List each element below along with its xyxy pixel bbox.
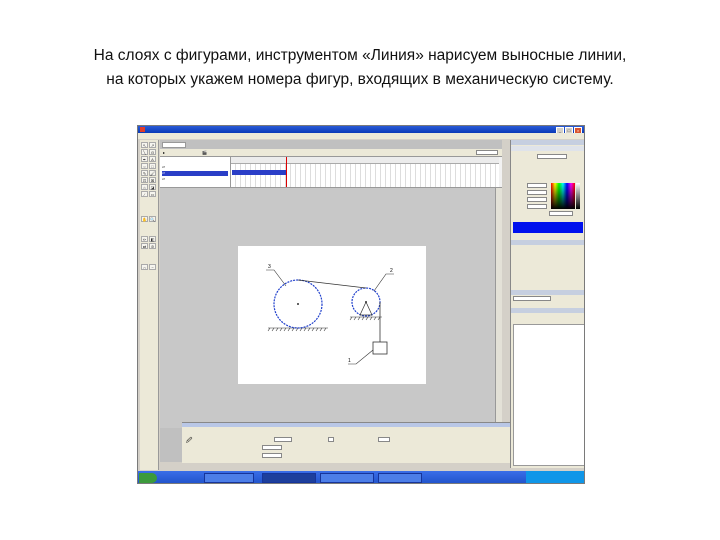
large-wheel-center (297, 303, 299, 305)
smooth-icon[interactable]: ~ (149, 264, 156, 270)
right-panels (510, 140, 584, 468)
hand-tool-icon[interactable]: ✋ (141, 216, 148, 222)
pencil-tool-icon[interactable]: ✎ (141, 170, 148, 176)
publish-settings-button[interactable] (262, 445, 282, 450)
snap-magnet-icon[interactable]: ∩ (141, 264, 148, 270)
window-titlebar: _ □ × (138, 126, 584, 134)
fill-transform-tool-icon[interactable]: ⊠ (149, 177, 156, 183)
frame-ruler (231, 157, 499, 164)
eyedropper-tool-icon[interactable]: ⁄ (141, 191, 148, 197)
stage-canvas[interactable]: 3 2 1 (238, 246, 426, 384)
size-button[interactable] (274, 437, 292, 442)
leader-line-3 (266, 269, 287, 287)
paint-bucket-tool-icon[interactable]: ◪ (149, 184, 156, 190)
text-tool-icon[interactable]: A (149, 156, 156, 162)
background-color-swatch[interactable] (328, 437, 334, 442)
app-icon (140, 127, 145, 132)
taskbar-item-active[interactable] (262, 473, 316, 483)
brush-tool-icon[interactable]: 🖌 (149, 170, 156, 176)
color-panel-header[interactable] (511, 140, 584, 145)
ink-bottle-tool-icon[interactable]: ⌂ (141, 184, 148, 190)
line-tool-icon[interactable]: ╲ (141, 149, 148, 155)
hex-input[interactable] (549, 211, 573, 216)
fill-type-select[interactable] (537, 154, 567, 159)
oval-tool-icon[interactable]: ○ (141, 163, 148, 169)
alpha-input[interactable] (527, 204, 547, 209)
lasso-tool-icon[interactable]: ʘ (149, 149, 156, 155)
options-tools: ∩ ~ (141, 264, 156, 270)
timeline-toggle-icon[interactable]: ▸ (163, 150, 165, 155)
frames-grid[interactable] (231, 157, 499, 187)
mechanical-drawing: 3 2 1 (266, 264, 394, 365)
properties-panel: 🖉 (182, 422, 524, 463)
selected-frames (232, 170, 287, 175)
taskbar-item[interactable] (204, 473, 254, 483)
document-icon: 🖉 (186, 438, 193, 444)
library-list[interactable] (513, 324, 584, 466)
blue-input[interactable] (527, 197, 547, 202)
arrow-tool-icon[interactable]: ↖ (141, 142, 148, 148)
brightness-slider[interactable] (576, 183, 580, 209)
caption-line-1: На слоях с фигурами, инструментом «Линия… (93, 47, 627, 64)
slide-caption: На слоях с фигурами, инструментом «Линия… (20, 44, 700, 92)
properties-header[interactable] (182, 423, 524, 427)
start-button[interactable] (139, 473, 157, 483)
color-spectrum[interactable] (551, 183, 575, 209)
zoom-tool-icon[interactable]: 🔍 (149, 216, 156, 222)
document-tab[interactable] (162, 142, 186, 148)
tools-panel: ↖ ↗ ╲ ʘ ✒ A ○ □ ✎ 🖌 ⊡ ⊠ ⌂ ◪ ⁄ ▭ ✋ 🔍 ✏ ◧ … (140, 140, 159, 470)
layer-row[interactable]: ▱ (162, 165, 165, 170)
figure-label-1: 1 (348, 358, 351, 364)
color-tools: ✏ ◧ ⇄ ⊘ (141, 236, 156, 249)
leader-line-1 (348, 349, 374, 365)
zoom-select[interactable] (476, 150, 498, 155)
fill-color-icon[interactable]: ◧ (149, 236, 156, 242)
caption-line-2: на которых укажем номера фигур, входящих… (106, 71, 614, 88)
layer-row-selected[interactable]: ▱ (162, 171, 228, 176)
tools-grid: ↖ ↗ ╲ ʘ ✒ A ○ □ ✎ 🖌 ⊡ ⊠ ⌂ ◪ ⁄ ▭ (141, 142, 156, 197)
swap-colors-icon[interactable]: ⇄ (141, 243, 148, 249)
rectangle-tool-icon[interactable]: □ (149, 163, 156, 169)
figure-label-3: 3 (268, 264, 271, 270)
system-tray (526, 471, 584, 483)
pulley-support (359, 301, 373, 316)
document-window: ▸ 🎬 ▱ ▱ ▱ 3 2 1 🖉 (160, 140, 524, 463)
color-panel-tabs (511, 146, 584, 151)
rope-top (297, 279, 367, 289)
taskbar (138, 471, 584, 483)
stroke-color-icon[interactable]: ✏ (141, 236, 148, 242)
view-tools: ✋ 🔍 (141, 216, 156, 222)
load-block (372, 341, 388, 355)
eraser-tool-icon[interactable]: ▭ (149, 191, 156, 197)
color-swatch-preview (513, 222, 583, 233)
pen-tool-icon[interactable]: ✒ (141, 156, 148, 162)
red-input[interactable] (527, 183, 547, 188)
subselect-tool-icon[interactable]: ↗ (149, 142, 156, 148)
frame-rate-field[interactable] (378, 437, 390, 442)
component-select[interactable] (513, 296, 551, 301)
taskbar-item[interactable] (378, 473, 422, 483)
transform-tool-icon[interactable]: ⊡ (141, 177, 148, 183)
leader-line-2 (373, 273, 394, 292)
scene-icon: 🎬 (202, 150, 207, 155)
edit-bar: ▸ 🎬 (160, 149, 502, 157)
vertical-scrollbar[interactable] (495, 188, 502, 428)
work-area: 3 2 1 (160, 188, 502, 428)
menu-bar (138, 133, 584, 139)
figure-label-2: 2 (390, 268, 393, 274)
taskbar-item[interactable] (320, 473, 374, 483)
flash-screenshot: _ □ × ↖ ↗ ╲ ʘ ✒ A ○ □ ✎ 🖌 ⊡ ⊠ ⌂ ◪ ⁄ ▭ ✋ … (137, 125, 585, 484)
playhead[interactable] (286, 157, 287, 187)
library-panel-header[interactable] (511, 308, 584, 313)
no-color-icon[interactable]: ⊘ (149, 243, 156, 249)
settings-button[interactable] (262, 453, 282, 458)
swatches-panel-header[interactable] (511, 240, 584, 245)
timeline-panel: ▱ ▱ ▱ (160, 157, 502, 188)
layer-list: ▱ ▱ ▱ (160, 157, 231, 187)
components-panel-header[interactable] (511, 290, 584, 295)
layer-row[interactable]: ▱ (162, 177, 165, 182)
green-input[interactable] (527, 190, 547, 195)
